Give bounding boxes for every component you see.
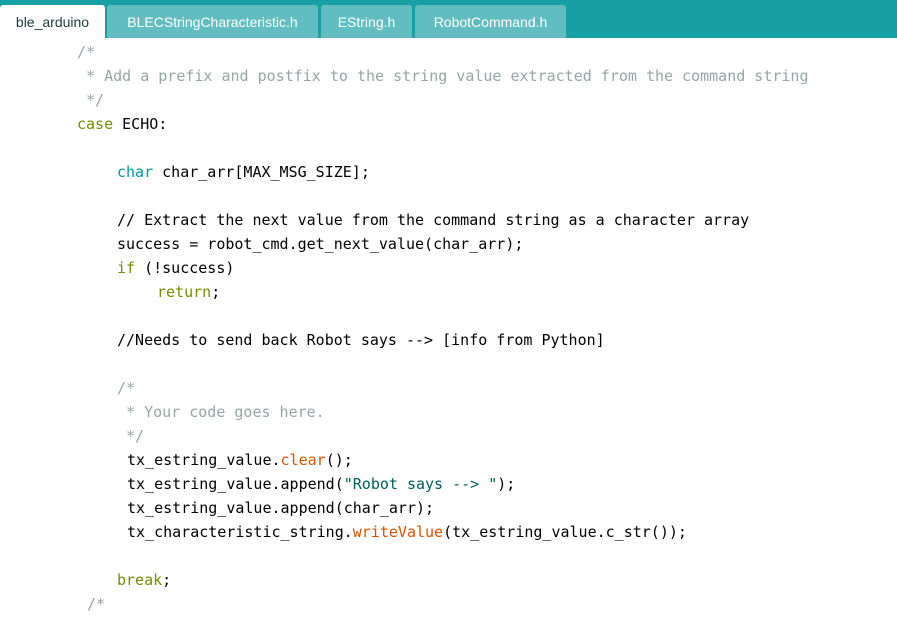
tab-robotcommand-h[interactable]: RobotCommand.h	[415, 5, 566, 38]
code-line: char char_arr[MAX_MSG_SIZE];	[117, 160, 370, 184]
code-line: break;	[117, 568, 171, 592]
code-token: break	[117, 571, 163, 589]
code-line: success = robot_cmd.get_next_value(char_…	[117, 232, 523, 256]
code-line: tx_estring_value.append(char_arr);	[127, 496, 434, 520]
code-token: success = robot_cmd.get_next_value(char_…	[117, 235, 524, 253]
code-line: case ECHO:	[77, 112, 167, 136]
code-token: tx_estring_value.	[127, 451, 281, 469]
code-token: tx_estring_value.append(char_arr);	[127, 499, 435, 517]
code-token: ECHO:	[113, 115, 168, 133]
code-token: ;	[162, 571, 172, 589]
code-token: clear	[280, 451, 326, 469]
code-token: return	[157, 283, 212, 301]
code-token: case	[77, 115, 114, 133]
code-token: tx_characteristic_string.	[127, 523, 353, 541]
code-line: /*	[117, 376, 135, 400]
code-token: "Robot says --> "	[343, 475, 498, 493]
tab-blecstringcharacteristic-h[interactable]: BLECStringCharacteristic.h	[107, 5, 318, 38]
code-line: if (!success)	[117, 256, 234, 280]
code-token: /*	[77, 43, 96, 61]
code-line: * Your code goes here.	[117, 400, 325, 424]
code-token: ();	[325, 451, 353, 469]
code-token: tx_estring_value.append(	[127, 475, 344, 493]
code-token: (tx_estring_value.c_str());	[443, 523, 687, 541]
code-token: char_arr[MAX_MSG_SIZE];	[153, 163, 370, 181]
code-token: */	[77, 91, 105, 109]
code-token: if	[117, 259, 136, 277]
code-token: (!success)	[135, 259, 235, 277]
code-line: tx_characteristic_string.writeValue(tx_e…	[127, 520, 687, 544]
code-line: // Extract the next value from the comma…	[117, 208, 749, 232]
code-line: /*	[87, 592, 105, 616]
code-token: * Add a prefix and postfix to the string…	[77, 67, 809, 85]
code-line: */	[77, 88, 104, 112]
code-token: // Extract the next value from the comma…	[117, 211, 750, 229]
code-token: * Your code goes here.	[117, 403, 325, 421]
code-line: return;	[157, 280, 220, 304]
code-token: );	[497, 475, 516, 493]
code-token: char	[117, 163, 154, 181]
code-token: ;	[211, 283, 221, 301]
tab-bar: ble_arduino BLECStringCharacteristic.h E…	[0, 0, 897, 38]
code-line: /*	[77, 40, 95, 64]
code-line: tx_estring_value.clear();	[127, 448, 353, 472]
tab-estring-h[interactable]: EString.h	[321, 5, 412, 38]
code-token: */	[117, 427, 145, 445]
code-line: */	[117, 424, 144, 448]
code-line: //Needs to send back Robot says --> [inf…	[117, 328, 605, 352]
code-token: //Needs to send back Robot says --> [inf…	[117, 331, 605, 349]
code-editor[interactable]: /* * Add a prefix and postfix to the str…	[0, 38, 897, 622]
code-line: tx_estring_value.append("Robot says --> …	[127, 472, 515, 496]
code-token: /*	[87, 595, 106, 613]
tab-ble-arduino[interactable]: ble_arduino	[0, 5, 105, 38]
code-token: writeValue	[352, 523, 444, 541]
code-line: * Add a prefix and postfix to the string…	[77, 64, 809, 88]
code-token: /*	[117, 379, 136, 397]
